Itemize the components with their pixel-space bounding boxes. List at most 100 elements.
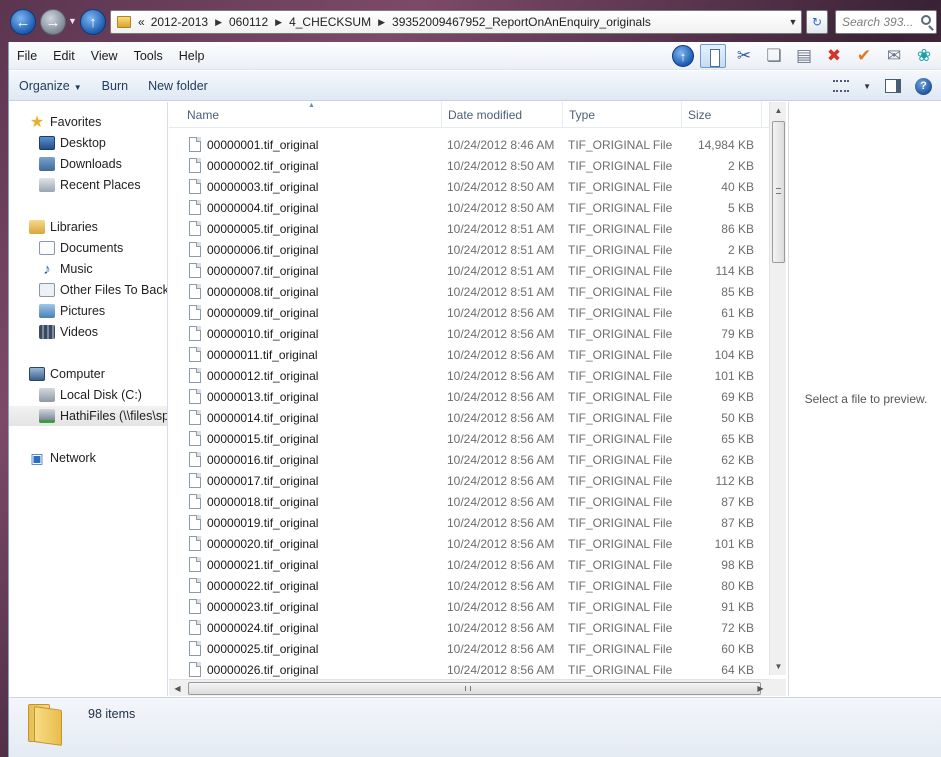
menu-tools[interactable]: Tools bbox=[126, 49, 171, 63]
check-icon[interactable]: ✔ bbox=[852, 44, 876, 68]
delete-icon[interactable]: ✖ bbox=[822, 44, 846, 68]
breadcrumb-item[interactable]: 39352009467952_ReportOnAnEnquiry_origina… bbox=[389, 15, 654, 29]
nav-network[interactable]: ▣ Network bbox=[9, 448, 167, 468]
recent-pages-dropdown[interactable]: ▼ bbox=[68, 16, 77, 26]
file-row[interactable]: 00000022.tif_original 10/24/2012 8:56 AM T… bbox=[169, 575, 769, 596]
vertical-scrollbar[interactable]: ▲ ▼ bbox=[769, 102, 786, 675]
chevron-right-icon[interactable]: ▶ bbox=[374, 17, 389, 28]
file-row[interactable]: 00000016.tif_original 10/24/2012 8:56 AM T… bbox=[169, 449, 769, 470]
file-name-cell[interactable]: 00000011.tif_original bbox=[189, 344, 318, 365]
file-name-cell[interactable]: 00000026.tif_original bbox=[189, 659, 318, 680]
file-name-cell[interactable]: 00000008.tif_original bbox=[189, 281, 318, 302]
menu-edit[interactable]: Edit bbox=[45, 49, 83, 63]
shell-icon[interactable]: ❀ bbox=[912, 44, 936, 68]
file-row[interactable]: 00000020.tif_original 10/24/2012 8:56 AM T… bbox=[169, 533, 769, 554]
organize-button[interactable]: Organize ▼ bbox=[9, 79, 92, 93]
file-name-cell[interactable]: 00000012.tif_original bbox=[189, 365, 318, 386]
nav-favorites[interactable]: ★ Favorites bbox=[9, 112, 167, 132]
column-date-modified[interactable]: Date modified bbox=[442, 102, 563, 128]
breadcrumb-item[interactable]: 4_CHECKSUM bbox=[286, 15, 374, 29]
file-row[interactable]: 00000006.tif_original 10/24/2012 8:51 AM T… bbox=[169, 239, 769, 260]
chevron-down-icon[interactable]: ▼ bbox=[863, 82, 871, 91]
file-row[interactable]: 00000017.tif_original 10/24/2012 8:56 AM T… bbox=[169, 470, 769, 491]
file-name-cell[interactable]: 00000004.tif_original bbox=[189, 197, 318, 218]
file-row[interactable]: 00000025.tif_original 10/24/2012 8:56 AM T… bbox=[169, 638, 769, 659]
file-name-cell[interactable]: 00000006.tif_original bbox=[189, 239, 318, 260]
new-folder-button[interactable]: New folder bbox=[138, 79, 218, 93]
nav-item-other-files[interactable]: Other Files To Back U bbox=[9, 280, 167, 300]
file-name-cell[interactable]: 00000002.tif_original bbox=[189, 155, 318, 176]
file-name-cell[interactable]: 00000019.tif_original bbox=[189, 512, 318, 533]
nav-item-downloads[interactable]: Downloads bbox=[9, 154, 167, 174]
file-name-cell[interactable]: 00000024.tif_original bbox=[189, 617, 318, 638]
preview-pane-toggle-icon[interactable] bbox=[885, 79, 901, 93]
nav-libraries[interactable]: Libraries bbox=[9, 217, 167, 237]
file-name-cell[interactable]: 00000025.tif_original bbox=[189, 638, 318, 659]
file-name-cell[interactable]: 00000022.tif_original bbox=[189, 575, 318, 596]
refresh-button[interactable]: ↻ bbox=[806, 10, 828, 34]
column-size[interactable]: Size bbox=[682, 102, 762, 128]
cut-icon[interactable]: ✂ bbox=[732, 44, 756, 68]
change-view-icon[interactable] bbox=[833, 80, 850, 92]
menu-help[interactable]: Help bbox=[171, 49, 213, 63]
column-name[interactable]: Name bbox=[181, 102, 442, 128]
scroll-left-icon[interactable]: ◀ bbox=[169, 680, 186, 697]
menu-file[interactable]: File bbox=[9, 49, 45, 63]
scroll-right-icon[interactable]: ▶ bbox=[752, 680, 769, 697]
horizontal-scrollbar[interactable]: ◀ ▶ bbox=[169, 679, 769, 696]
file-row[interactable]: 00000003.tif_original 10/24/2012 8:50 AM T… bbox=[169, 176, 769, 197]
file-name-cell[interactable]: 00000001.tif_original bbox=[189, 134, 318, 155]
nav-computer[interactable]: Computer bbox=[9, 364, 167, 384]
file-row[interactable]: 00000010.tif_original 10/24/2012 8:56 AM T… bbox=[169, 323, 769, 344]
file-row[interactable]: 00000026.tif_original 10/24/2012 8:56 AM T… bbox=[169, 659, 769, 680]
scroll-thumb[interactable] bbox=[188, 682, 761, 695]
scroll-thumb[interactable] bbox=[772, 121, 785, 263]
file-row[interactable]: 00000013.tif_original 10/24/2012 8:56 AM T… bbox=[169, 386, 769, 407]
nav-item-documents[interactable]: Documents bbox=[9, 238, 167, 258]
file-row[interactable]: 00000015.tif_original 10/24/2012 8:56 AM T… bbox=[169, 428, 769, 449]
file-name-cell[interactable]: 00000013.tif_original bbox=[189, 386, 318, 407]
burn-button[interactable]: Burn bbox=[92, 79, 138, 93]
file-name-cell[interactable]: 00000009.tif_original bbox=[189, 302, 318, 323]
paste-icon[interactable]: ▤ bbox=[792, 44, 816, 68]
navigation-pane-toggle-icon[interactable] bbox=[700, 44, 726, 68]
file-name-cell[interactable]: 00000021.tif_original bbox=[189, 554, 318, 575]
file-row[interactable]: 00000007.tif_original 10/24/2012 8:51 AM T… bbox=[169, 260, 769, 281]
up-button[interactable]: ↑ bbox=[80, 9, 106, 35]
breadcrumb-item[interactable]: 060112 bbox=[226, 15, 271, 29]
file-row[interactable]: 00000005.tif_original 10/24/2012 8:51 AM T… bbox=[169, 218, 769, 239]
nav-item-pictures[interactable]: Pictures bbox=[9, 301, 167, 321]
scroll-down-icon[interactable]: ▼ bbox=[770, 658, 787, 675]
search-input[interactable]: Search 393... bbox=[835, 10, 937, 34]
file-name-cell[interactable]: 00000020.tif_original bbox=[189, 533, 318, 554]
address-bar[interactable]: « 2012-2013 ▶ 060112 ▶ 4_CHECKSUM ▶ 3935… bbox=[110, 10, 802, 34]
search-icon[interactable] bbox=[921, 15, 931, 25]
file-row[interactable]: 00000011.tif_original 10/24/2012 8:56 AM T… bbox=[169, 344, 769, 365]
file-name-cell[interactable]: 00000007.tif_original bbox=[189, 260, 318, 281]
back-button[interactable]: ← bbox=[10, 9, 36, 35]
file-name-cell[interactable]: 00000018.tif_original bbox=[189, 491, 318, 512]
breadcrumb-item[interactable]: 2012-2013 bbox=[148, 15, 211, 29]
address-history-dropdown[interactable]: ▼ bbox=[785, 17, 801, 27]
breadcrumb-overflow[interactable]: « bbox=[135, 15, 148, 29]
file-row[interactable]: 00000023.tif_original 10/24/2012 8:56 AM T… bbox=[169, 596, 769, 617]
chevron-right-icon[interactable]: ▶ bbox=[211, 17, 226, 28]
help-icon[interactable]: ? bbox=[915, 77, 932, 95]
column-type[interactable]: Type bbox=[563, 102, 682, 128]
file-name-cell[interactable]: 00000017.tif_original bbox=[189, 470, 318, 491]
properties-icon[interactable]: ✉ bbox=[882, 44, 906, 68]
nav-item-hathifiles[interactable]: HathiFiles (\\files\sp bbox=[9, 406, 167, 426]
file-row[interactable]: 00000001.tif_original 10/24/2012 8:46 AM T… bbox=[169, 134, 769, 155]
file-row[interactable]: 00000024.tif_original 10/24/2012 8:56 AM T… bbox=[169, 617, 769, 638]
file-row[interactable]: 00000018.tif_original 10/24/2012 8:56 AM T… bbox=[169, 491, 769, 512]
file-row[interactable]: 00000004.tif_original 10/24/2012 8:50 AM T… bbox=[169, 197, 769, 218]
file-name-cell[interactable]: 00000015.tif_original bbox=[189, 428, 318, 449]
copy-icon[interactable]: ❏ bbox=[762, 44, 786, 68]
nav-item-recent-places[interactable]: Recent Places bbox=[9, 175, 167, 195]
up-folder-icon[interactable]: ↑ bbox=[672, 45, 694, 67]
scroll-up-icon[interactable]: ▲ bbox=[770, 102, 787, 119]
nav-item-music[interactable]: ♪ Music bbox=[9, 259, 167, 279]
file-name-cell[interactable]: 00000016.tif_original bbox=[189, 449, 318, 470]
menu-view[interactable]: View bbox=[83, 49, 126, 63]
file-name-cell[interactable]: 00000014.tif_original bbox=[189, 407, 318, 428]
